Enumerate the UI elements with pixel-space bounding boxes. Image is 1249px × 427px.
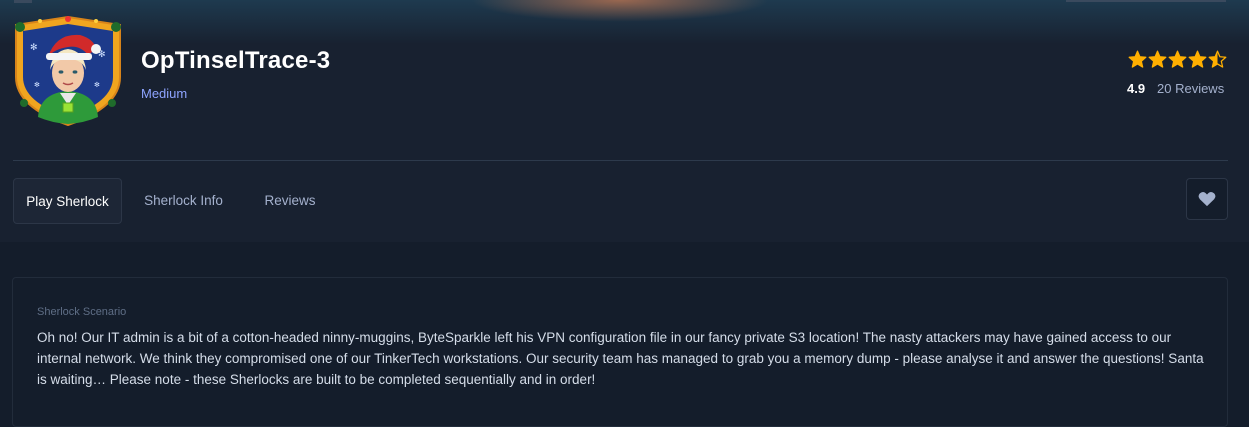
rating-stars — [1128, 50, 1228, 70]
star-icon — [1208, 50, 1227, 68]
favorite-button[interactable] — [1186, 178, 1228, 220]
banner-glow — [470, 0, 770, 22]
banner-divider-right — [1066, 0, 1226, 2]
star-icon — [1188, 50, 1207, 68]
rating-value: 4.9 — [1127, 81, 1146, 96]
reviews-count[interactable]: 20 Reviews — [1157, 81, 1224, 96]
challenge-header: ✻ ✻ ✻ ✻ OpTinselTrace-3 Medium 4.9 20 Re… — [0, 0, 1249, 242]
difficulty-label: Medium — [141, 86, 188, 101]
tab-play-sherlock[interactable]: Play Sherlock — [13, 178, 122, 224]
star-icon — [1148, 50, 1167, 68]
scenario-card: Sherlock Scenario Oh no! Our IT admin is… — [12, 277, 1228, 427]
heart-icon — [1198, 191, 1216, 207]
svg-text:✻: ✻ — [30, 43, 38, 53]
header-divider — [13, 160, 1228, 161]
star-icon — [1168, 50, 1187, 68]
star-icon — [1128, 50, 1147, 68]
challenge-title: OpTinselTrace-3 — [141, 47, 331, 74]
tab-sherlock-info[interactable]: Sherlock Info — [130, 178, 237, 224]
banner-divider-left — [14, 0, 32, 3]
svg-text:✻: ✻ — [34, 81, 40, 89]
tab-reviews[interactable]: Reviews — [245, 178, 335, 224]
svg-text:✻: ✻ — [94, 81, 100, 89]
challenge-logo-icon: ✻ ✻ ✻ ✻ — [15, 15, 121, 127]
scenario-text: Oh no! Our IT admin is a bit of a cotton… — [37, 330, 1204, 387]
scenario-label: Sherlock Scenario — [37, 306, 127, 318]
